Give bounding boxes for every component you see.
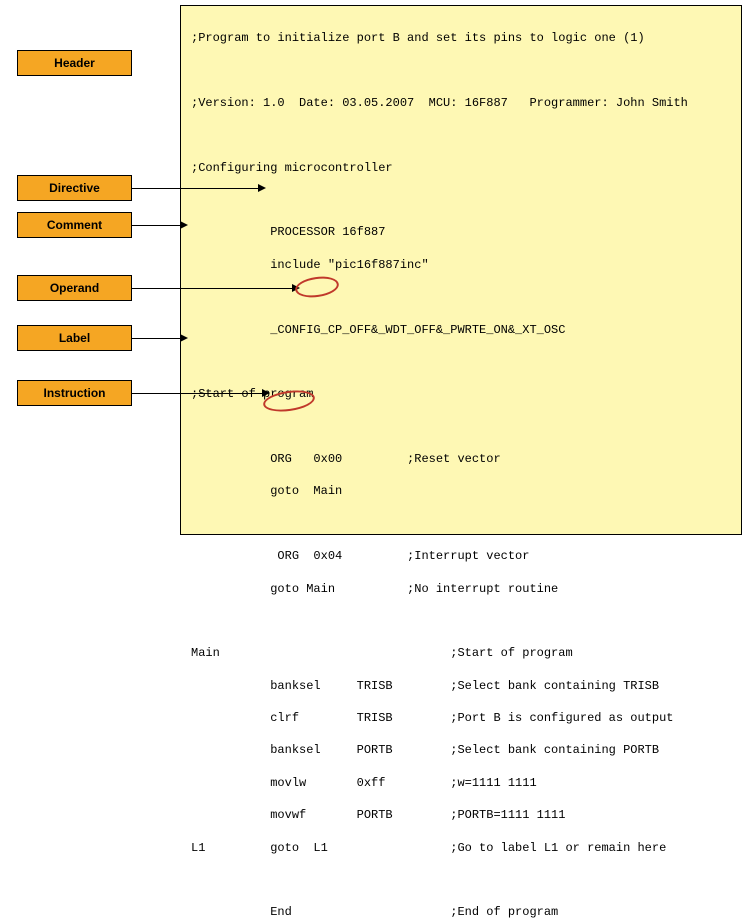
arrow-head-directive [258,184,266,192]
label-directive: Directive [17,175,132,201]
label-header: Header [17,50,132,76]
code-line: goto Main ;No interrupt routine [191,582,558,596]
code-line: ORG 0x00 ;Reset vector [191,452,501,466]
code-line: _CONFIG_CP_OFF&_WDT_OFF&_PWRTE_ON&_XT_OS… [191,323,565,337]
code-line: L1 goto L1 ;Go to label L1 or remain her… [191,841,666,855]
arrow-head-comment [180,221,188,229]
arrow-operand [132,288,292,289]
code-line: banksel PORTB ;Select bank containing PO… [191,743,659,757]
arrow-instruction [132,393,262,394]
code-line: movwf PORTB ;PORTB=1111 1111 [191,808,565,822]
code-line: goto Main [191,484,342,498]
code-line: ;Configuring microcontroller [191,161,393,175]
arrow-label [132,338,180,339]
arrow-comment [132,225,180,226]
code-line: ;Version: 1.0 Date: 03.05.2007 MCU: 16F8… [191,96,688,110]
code-line: ORG 0x04 ;Interrupt vector [191,549,529,563]
code-line: clrf TRISB ;Port B is configured as outp… [191,711,673,725]
code-line: movlw 0xff ;w=1111 1111 [191,776,537,790]
code-line: ;Program to initialize port B and set it… [191,31,645,45]
arrow-directive [132,188,258,189]
code-line: End ;End of program [191,905,558,919]
label-instruction: Instruction [17,380,132,406]
code-line: include "pic16f887inc" [191,258,429,272]
code-line: Main ;Start of program [191,646,573,660]
arrow-head-label [180,334,188,342]
label-operand: Operand [17,275,132,301]
label-comment: Comment [17,212,132,238]
label-label: Label [17,325,132,351]
code-panel: ;Program to initialize port B and set it… [180,5,742,535]
code-line: PROCESSOR 16f887 [191,225,385,239]
code-line: banksel TRISB ;Select bank containing TR… [191,679,659,693]
